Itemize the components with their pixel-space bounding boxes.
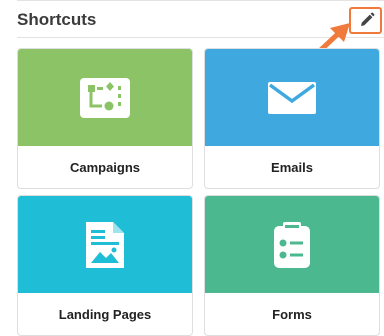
tile-label: Forms (272, 307, 312, 322)
tile-banner (205, 49, 379, 146)
shortcut-tile-campaigns[interactable]: Campaigns (17, 48, 193, 189)
tile-banner (205, 196, 379, 293)
page-title: Shortcuts (17, 10, 97, 29)
shortcut-tile-emails[interactable]: Emails (204, 48, 380, 189)
tile-banner (18, 49, 192, 146)
tile-label: Campaigns (69, 160, 141, 175)
shortcut-tile-landing-pages[interactable]: Landing Pages (17, 195, 193, 336)
tile-label: Emails (271, 160, 313, 175)
campaign-flow-icon (80, 77, 130, 118)
landing-page-icon (86, 221, 124, 268)
envelope-icon (268, 81, 316, 114)
form-clipboard-icon (274, 221, 310, 268)
shortcut-tile-forms[interactable]: Forms (204, 195, 380, 336)
tile-label: Landing Pages (58, 307, 152, 322)
pencil-icon (361, 12, 375, 26)
tile-banner (18, 196, 192, 293)
